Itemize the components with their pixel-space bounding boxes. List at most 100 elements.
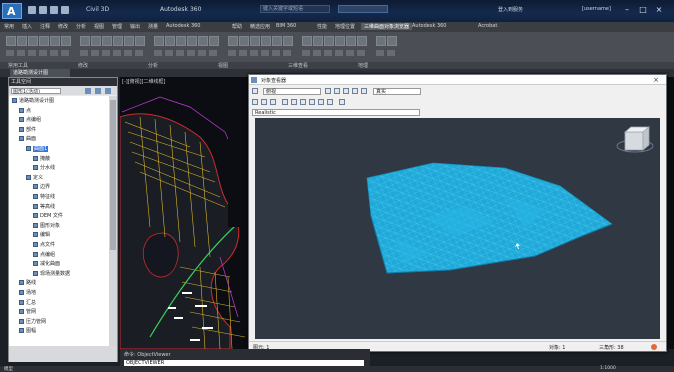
save-icon[interactable] [50,6,58,14]
maximize-icon[interactable]: □ [638,5,648,14]
prospector-tree[interactable]: 道路勘测设计图点点编组 部件 曲面 曲面1 掩蔽 分水线 定义 边界 特征线 等高线 DEM 文件图… [9,96,109,346]
ribbon-small-button[interactable] [124,50,132,56]
ribbon-button[interactable] [346,36,356,46]
zoom-all-icon[interactable] [318,99,324,105]
help-icon[interactable] [105,88,111,94]
tree-node[interactable]: 点文件 [33,242,55,249]
pan-icon[interactable] [343,88,349,94]
ribbon-button[interactable] [80,36,90,46]
signin-label[interactable]: 登入到服务 [498,6,523,13]
drawing-select[interactable]: 图形1(活动) [11,88,61,95]
search-input[interactable]: 键入关键字或短语 [260,5,330,13]
ribbon-small-button[interactable] [28,50,36,56]
tree-node[interactable]: 管网 [19,309,36,316]
tree-node[interactable]: 曲面1 [26,146,49,153]
ribbon-button[interactable] [283,36,293,46]
tree-node[interactable]: 曲面 [19,136,36,143]
tree-node[interactable]: 编辑 [33,232,50,239]
ribbon-small-button[interactable] [6,50,14,56]
ribbon-button[interactable] [313,36,323,46]
zoom-window-icon[interactable] [334,88,340,94]
viewer-close-icon[interactable]: × [649,76,663,84]
zoom-object-icon[interactable] [327,99,333,105]
ribbon-button[interactable] [302,36,312,46]
minimize-icon[interactable]: – [622,5,632,14]
tree-node[interactable]: 图幅 [19,328,36,335]
panel-label[interactable]: 地理 [358,62,368,69]
ribbon-small-button[interactable] [239,50,247,56]
ribbon-button[interactable] [335,36,345,46]
ribbon-button[interactable] [61,36,71,46]
ribbon-button[interactable] [135,36,145,46]
ribbon-button[interactable] [387,36,397,46]
scale-readout[interactable]: 1:1000 [600,366,616,371]
ribbon-button[interactable] [113,36,123,46]
zoom-previous-icon[interactable] [309,99,315,105]
select-icon[interactable] [270,99,276,105]
ribbon-button[interactable] [124,36,134,46]
ribbon-button[interactable] [165,36,175,46]
tree-node[interactable]: 场地 [19,290,36,297]
panel-label[interactable]: 修改 [78,62,88,69]
ribbon-small-button[interactable] [91,50,99,56]
wireframe-icon[interactable] [361,88,367,94]
ribbon-button[interactable] [376,36,386,46]
ribbon-small-button[interactable] [50,50,58,56]
ribbon-small-button[interactable] [165,50,173,56]
ribbon-button[interactable] [176,36,186,46]
ribbon-button[interactable] [28,36,38,46]
ribbon-button[interactable] [198,36,208,46]
ribbon-tab-9[interactable]: Autodesk 360 [166,23,201,29]
ribbon-tab-12[interactable]: BIM 360 [276,23,296,29]
tree-node[interactable]: 道路勘测设计图 [12,98,54,105]
ribbon-button[interactable] [50,36,60,46]
ribbon-small-button[interactable] [250,50,258,56]
ribbon-small-button[interactable] [346,50,354,56]
orbit-icon[interactable] [352,88,358,94]
save-icon[interactable] [252,88,258,94]
tree-node[interactable]: 汇总 [19,299,36,307]
ribbon-small-button[interactable] [357,50,365,56]
ribbon-tab-1[interactable]: 插入 [22,23,32,30]
ribbon-button[interactable] [239,36,249,46]
ribbon-small-button[interactable] [387,50,395,56]
ribbon-small-button[interactable] [135,50,143,56]
zoom-in-icon[interactable] [282,99,288,105]
tree-node[interactable]: 点 [19,107,31,115]
visual-style-combo[interactable]: 真实 [373,88,421,95]
panel-label[interactable]: 三维查看 [288,62,308,69]
ribbon-small-button[interactable] [17,50,25,56]
panel-label[interactable]: 常用工具 [8,62,28,69]
ribbon-small-button[interactable] [198,50,206,56]
tree-node[interactable]: 路线 [19,280,36,287]
new-icon[interactable] [28,6,36,14]
tree-scrollbar-thumb[interactable] [110,100,116,250]
ribbon-tab-10[interactable]: 帮助 [232,23,242,30]
phone-icon[interactable] [85,88,91,94]
ribbon-button[interactable] [154,36,164,46]
ribbon-button[interactable] [357,36,367,46]
ribbon-small-button[interactable] [80,50,88,56]
ribbon-small-button[interactable] [113,50,121,56]
ribbon-tab-4[interactable]: 分析 [76,23,86,30]
zoom-extents-icon[interactable] [325,88,331,94]
ribbon-button[interactable] [228,36,238,46]
tree-node[interactable]: 部件 [19,126,36,134]
document-tab[interactable]: 道路勘测设计图 [10,69,70,77]
ribbon-tab-14[interactable]: 地理位置 [335,23,355,30]
ribbon-tab-5[interactable]: 视图 [94,23,104,30]
undo-icon[interactable] [61,6,69,14]
tree-node[interactable]: 图形对象 [33,222,60,230]
ribbon-tab-2[interactable]: 注释 [40,23,50,30]
visual-combo[interactable]: Realistic [252,109,420,116]
ribbon-button[interactable] [187,36,197,46]
ribbon-tab-11[interactable]: 精选应用 [250,23,270,30]
tree-node[interactable]: 减化曲面 [33,261,60,268]
ribbon-tab-13[interactable]: 性能 [317,23,327,30]
zoom-out-icon[interactable] [291,99,297,105]
ribbon-small-button[interactable] [61,50,69,56]
tree-node[interactable]: 压力管网 [19,318,46,326]
rotate-icon[interactable] [261,99,267,105]
ribbon-tab-17[interactable]: Acrobat [478,23,497,29]
ribbon-tab-6[interactable]: 管理 [112,23,122,30]
